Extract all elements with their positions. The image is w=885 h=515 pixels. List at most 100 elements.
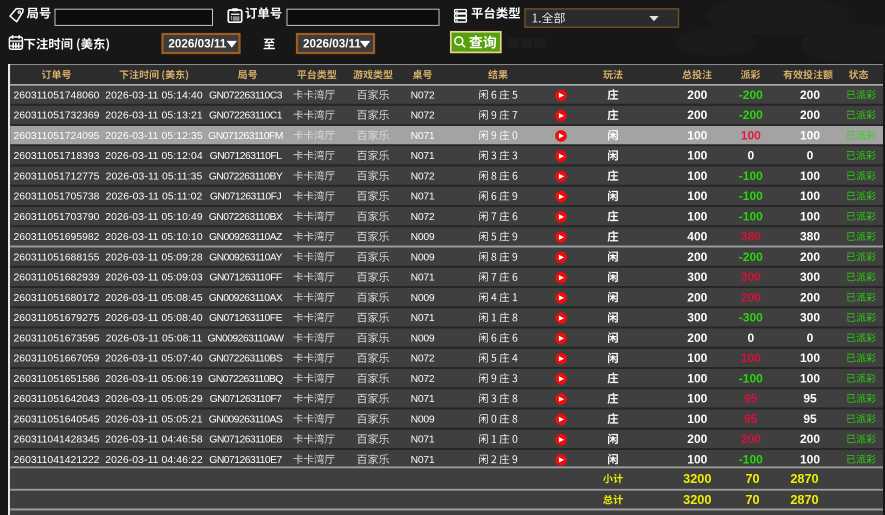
svg-text:N072: N072: [411, 354, 435, 365]
svg-text:100: 100: [741, 128, 761, 142]
svg-text:GN009263110AX: GN009263110AX: [209, 293, 283, 304]
svg-text:2026-03-11 05:11:02: 2026-03-11 05:11:02: [106, 192, 203, 203]
svg-text:N071: N071: [411, 313, 435, 324]
svg-text:260311051680172: 260311051680172: [14, 293, 100, 304]
svg-text:200: 200: [687, 290, 707, 304]
svg-text:2026/03/11: 2026/03/11: [168, 38, 226, 51]
svg-text:-300: -300: [739, 311, 763, 325]
svg-text:260311051732369: 260311051732369: [14, 111, 100, 122]
svg-text:100: 100: [687, 169, 707, 183]
svg-text:GN009263110AS: GN009263110AS: [209, 414, 283, 425]
svg-text:300: 300: [800, 270, 820, 284]
svg-text:2026-03-11 05:05:21: 2026-03-11 05:05:21: [105, 414, 203, 425]
svg-text:260311051712775: 260311051712775: [14, 171, 100, 182]
svg-text:260311051703790: 260311051703790: [14, 212, 100, 223]
svg-text:2026-03-11 05:12:35: 2026-03-11 05:12:35: [105, 131, 203, 142]
svg-text:GN071263110FF: GN071263110FF: [209, 273, 282, 284]
svg-text:N071: N071: [411, 131, 435, 142]
svg-text:GN071263110E7: GN071263110E7: [209, 455, 282, 466]
svg-text:N009: N009: [411, 414, 435, 425]
svg-text:200: 200: [800, 432, 820, 446]
svg-text:GN071263110F7: GN071263110F7: [210, 394, 283, 405]
svg-text:200: 200: [741, 290, 761, 304]
svg-text:95: 95: [744, 412, 758, 426]
svg-text:GN071263110FM: GN071263110FM: [208, 131, 283, 142]
svg-text:2026-03-11 05:10:49: 2026-03-11 05:10:49: [105, 212, 203, 223]
svg-text:2870: 2870: [790, 493, 818, 507]
svg-text:260311051688155: 260311051688155: [14, 252, 100, 263]
svg-text:2026-03-11 05:12:04: 2026-03-11 05:12:04: [105, 151, 203, 162]
svg-text:3200: 3200: [683, 493, 711, 507]
svg-text:3200: 3200: [683, 472, 711, 486]
svg-text:100: 100: [741, 351, 761, 365]
svg-text:-200: -200: [739, 88, 763, 102]
svg-text:GN071263110E8: GN071263110E8: [209, 435, 282, 446]
svg-text:260311041421222: 260311041421222: [14, 455, 100, 466]
svg-text:-200: -200: [739, 108, 763, 122]
svg-text:N072: N072: [411, 111, 435, 122]
svg-text:260311051673595: 260311051673595: [14, 333, 100, 344]
svg-text:300: 300: [741, 270, 761, 284]
svg-text:2026-03-11 05:10:10: 2026-03-11 05:10:10: [105, 232, 203, 243]
svg-text:100: 100: [800, 452, 820, 466]
svg-text:0: 0: [747, 331, 754, 345]
svg-text:100: 100: [687, 452, 707, 466]
svg-text:2026-03-11 05:07:40: 2026-03-11 05:07:40: [105, 354, 203, 365]
svg-text:N009: N009: [411, 333, 435, 344]
svg-text:-100: -100: [739, 189, 763, 203]
svg-text:N009: N009: [411, 293, 435, 304]
svg-text:200: 200: [741, 432, 761, 446]
svg-text:2026-03-11 05:05:29: 2026-03-11 05:05:29: [105, 394, 203, 405]
svg-text:GN072263110BX: GN072263110BX: [209, 212, 283, 223]
svg-text:260311051748060: 260311051748060: [14, 90, 100, 101]
svg-text:2026-03-11 05:09:03: 2026-03-11 05:09:03: [105, 273, 203, 284]
svg-text:GN072263110BY: GN072263110BY: [209, 171, 283, 182]
svg-text:100: 100: [687, 412, 707, 426]
svg-text:N071: N071: [411, 394, 435, 405]
svg-text:200: 200: [800, 108, 820, 122]
svg-text:N009: N009: [411, 232, 435, 243]
svg-text:2026-03-11 05:09:28: 2026-03-11 05:09:28: [105, 252, 203, 263]
svg-text:-100: -100: [739, 209, 763, 223]
svg-text:200: 200: [687, 331, 707, 345]
svg-text:2026-03-11 05:06:19: 2026-03-11 05:06:19: [105, 374, 203, 385]
svg-text:100: 100: [687, 371, 707, 385]
svg-text:100: 100: [687, 149, 707, 163]
svg-text:100: 100: [800, 169, 820, 183]
svg-text:400: 400: [687, 230, 707, 244]
svg-text:N071: N071: [411, 435, 435, 446]
svg-text:95: 95: [803, 392, 817, 406]
svg-text:GN072263110BQ: GN072263110BQ: [208, 374, 283, 385]
svg-text:2026-03-11 04:46:58: 2026-03-11 04:46:58: [105, 435, 203, 446]
svg-text:100: 100: [687, 351, 707, 365]
svg-text:2026-03-11 05:08:11: 2026-03-11 05:08:11: [106, 333, 203, 344]
svg-text:N071: N071: [411, 151, 435, 162]
svg-text:0: 0: [747, 149, 754, 163]
svg-text:-200: -200: [739, 250, 763, 264]
svg-text:2026-03-11 04:46:22: 2026-03-11 04:46:22: [105, 455, 203, 466]
svg-text:GN009263110AY: GN009263110AY: [209, 252, 282, 263]
svg-text:N072: N072: [411, 90, 435, 101]
svg-text:300: 300: [687, 311, 707, 325]
svg-text:N071: N071: [411, 455, 435, 466]
svg-text:0: 0: [807, 331, 814, 345]
svg-text:N071: N071: [411, 273, 435, 284]
svg-text:N072: N072: [411, 171, 435, 182]
svg-text:100: 100: [687, 392, 707, 406]
svg-text:260311051640545: 260311051640545: [14, 414, 100, 425]
svg-text:N072: N072: [411, 374, 435, 385]
svg-text:260311051682939: 260311051682939: [14, 273, 100, 284]
svg-text:GN009263110AZ: GN009263110AZ: [209, 232, 283, 243]
svg-text:N071: N071: [411, 192, 435, 203]
svg-text:260311051651586: 260311051651586: [14, 374, 100, 385]
svg-text:2026-03-11 05:13:21: 2026-03-11 05:13:21: [105, 111, 203, 122]
svg-text:2870: 2870: [790, 472, 818, 486]
svg-text:95: 95: [803, 412, 817, 426]
svg-text:N009: N009: [411, 252, 435, 263]
svg-text:70: 70: [745, 493, 759, 507]
svg-text:200: 200: [687, 88, 707, 102]
svg-text:2026-03-11 05:11:35: 2026-03-11 05:11:35: [106, 171, 203, 182]
svg-text:GN071263110FE: GN071263110FE: [209, 313, 283, 324]
svg-text:GN072263110BS: GN072263110BS: [209, 354, 283, 365]
svg-text:100: 100: [800, 209, 820, 223]
